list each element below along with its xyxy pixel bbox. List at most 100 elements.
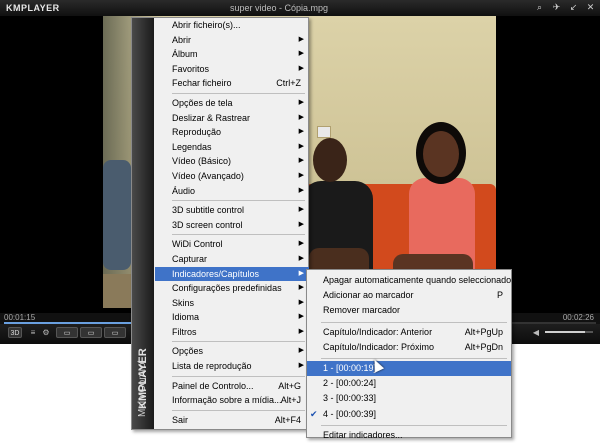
menu-item-capturar[interactable]: Capturar ▶ bbox=[155, 252, 309, 267]
menu-item-shortcut: Alt+F4 bbox=[274, 414, 301, 425]
search-icon[interactable]: ⌕ bbox=[534, 2, 545, 13]
submenu-arrow-icon: ▶ bbox=[298, 327, 304, 335]
menu-item-deslizar-rastrear[interactable]: Deslizar & Rastrear ▶ bbox=[155, 111, 309, 126]
submenu-item-label: Adicionar ao marcador bbox=[323, 290, 414, 301]
menu-item-sair[interactable]: Sair Alt+F4 bbox=[155, 413, 309, 428]
submenu-item[interactable]: Adicionar ao marcador P bbox=[307, 288, 511, 303]
submenu-items: Apagar automaticamente quando selecciona… bbox=[307, 273, 511, 443]
bookmark-item[interactable]: ✔ 4 - [00:00:39] bbox=[307, 407, 511, 422]
control-button-2[interactable]: ▭ bbox=[80, 327, 102, 338]
volume-icon[interactable]: ◀ bbox=[531, 327, 541, 338]
menu-item-label: Reprodução bbox=[172, 127, 222, 138]
submenu-item[interactable]: Capítulo/Indicador: Anterior Alt+PgUp bbox=[307, 325, 511, 340]
submenu-arrow-icon: ▶ bbox=[298, 298, 304, 306]
menu-item-video-basico[interactable]: Vídeo (Básico) ▶ bbox=[155, 154, 309, 169]
menu-item-abrir[interactable]: Abrir ▶ bbox=[155, 33, 309, 48]
menu-item-3d-screen-control[interactable]: 3D screen control ▶ bbox=[155, 218, 309, 233]
control-button-3[interactable]: ▭ bbox=[104, 327, 126, 338]
menu-item-label: Filtros bbox=[172, 326, 197, 337]
submenu-arrow-icon: ▶ bbox=[298, 269, 304, 277]
submenu-arrow-icon: ▶ bbox=[298, 347, 304, 355]
menu-item-label: Álbum bbox=[172, 49, 198, 60]
submenu-arrow-icon: ▶ bbox=[298, 113, 304, 121]
menu-item-3d-subtitle-control[interactable]: 3D subtitle control ▶ bbox=[155, 203, 309, 218]
menu-item-label: Idioma bbox=[172, 312, 200, 323]
menu-item-label: Abrir bbox=[172, 34, 192, 45]
menu-item-widi-control[interactable]: WiDi Control ▶ bbox=[155, 237, 309, 252]
window-title: super video - Cópia.mpg bbox=[230, 3, 329, 13]
menu-item-legendas[interactable]: Legendas ▶ bbox=[155, 140, 309, 155]
submenu-item-shortcut: Alt+PgDn bbox=[464, 341, 503, 352]
playlist-icon[interactable]: ≡ bbox=[28, 327, 38, 338]
submenu-arrow-icon: ▶ bbox=[298, 206, 304, 214]
submenu-item[interactable]: Capítulo/Indicador: Próximo Alt+PgDn bbox=[307, 340, 511, 355]
menu-item-configuracoes-predefinidas[interactable]: Configurações predefinidas ▶ bbox=[155, 281, 309, 296]
checkmark-icon: ✔ bbox=[310, 408, 318, 419]
bookmark-item[interactable]: 2 - [00:00:24] bbox=[307, 376, 511, 391]
menu-item-idioma[interactable]: Idioma ▶ bbox=[155, 310, 309, 325]
submenu-item-label: 1 - [00:00:19] bbox=[323, 362, 377, 373]
menu-item-label: Legendas bbox=[172, 141, 212, 152]
menu-item-label: Favoritos bbox=[172, 63, 210, 74]
menu-item-opcoes-de-tela[interactable]: Opções de tela ▶ bbox=[155, 96, 309, 111]
app-logo[interactable]: KMPLAYER bbox=[6, 3, 60, 13]
bookmark-item[interactable]: 3 - [00:00:33] bbox=[307, 391, 511, 406]
menu-item-album[interactable]: Álbum ▶ bbox=[155, 47, 309, 62]
submenu-item-label: 3 - [00:00:33] bbox=[323, 393, 377, 404]
menu-item-label: 3D screen control bbox=[172, 219, 243, 230]
menu-item-shortcut: Ctrl+Z bbox=[276, 78, 301, 89]
menu-item-skins[interactable]: Skins ▶ bbox=[155, 296, 309, 311]
submenu-arrow-icon: ▶ bbox=[298, 50, 304, 58]
menu-item-label: Áudio bbox=[172, 185, 196, 196]
submenu-arrow-icon: ▶ bbox=[298, 186, 304, 194]
menu-item-label: Abrir ficheiro(s)... bbox=[172, 20, 241, 30]
submenu-item-shortcut: Alt+PgUp bbox=[464, 326, 503, 337]
menu-item-abrir-ficheiro-s[interactable]: Abrir ficheiro(s)... bbox=[155, 18, 309, 33]
menu-item-filtros[interactable]: Filtros ▶ bbox=[155, 325, 309, 340]
submenu-arrow-icon: ▶ bbox=[298, 254, 304, 262]
submenu-arrow-icon: ▶ bbox=[298, 171, 304, 179]
current-time: 00:01:15 bbox=[4, 313, 36, 322]
title-bar[interactable]: KMPLAYER super video - Cópia.mpg ⌕ ✈ ↙ ✕ bbox=[0, 0, 600, 16]
settings-icon[interactable]: ⚙ bbox=[41, 327, 51, 338]
menu-item-label: Painel de Controlo... bbox=[172, 380, 254, 391]
submenu-arrow-icon: ▶ bbox=[298, 362, 304, 370]
menu-item-informacao-sobre-a-midia[interactable]: Informação sobre a mídia... Alt+J bbox=[155, 393, 309, 408]
submenu-item-label: 4 - [00:00:39] bbox=[323, 408, 377, 419]
submenu-arrow-icon: ▶ bbox=[298, 240, 304, 248]
submenu-item[interactable]: Apagar automaticamente quando selecciona… bbox=[307, 273, 511, 288]
main-context-menu: Main Control KMPLAYER Abrir ficheiro(s).… bbox=[131, 17, 309, 430]
3d-button[interactable]: 3D bbox=[8, 327, 22, 338]
menu-item-label: Configurações predefinidas bbox=[172, 283, 282, 294]
menu-item-painel-de-controlo[interactable]: Painel de Controlo... Alt+G bbox=[155, 379, 309, 394]
pin-icon[interactable]: ✈ bbox=[551, 2, 562, 13]
submenu-arrow-icon: ▶ bbox=[298, 157, 304, 165]
menu-item-opcoes[interactable]: Opções ▶ bbox=[155, 344, 309, 359]
menu-item-shortcut: Alt+J bbox=[280, 395, 301, 406]
menu-item-label: Vídeo (Avançado) bbox=[172, 170, 244, 181]
submenu-item-label: Capítulo/Indicador: Próximo bbox=[323, 341, 435, 352]
menu-item-video-avancado[interactable]: Vídeo (Avançado) ▶ bbox=[155, 169, 309, 184]
main-menu-items: Abrir ficheiro(s)... Abrir ▶ Álbum ▶ Favorito… bbox=[155, 18, 309, 427]
sidebar-brand-text: KMPLAYER bbox=[137, 348, 149, 409]
video-person-right-head bbox=[423, 131, 459, 177]
menu-item-audio[interactable]: Áudio ▶ bbox=[155, 184, 309, 199]
bookmark-item[interactable]: 1 - [00:00:19] bbox=[307, 360, 511, 377]
menu-item-favoritos[interactable]: Favoritos ▶ bbox=[155, 62, 309, 77]
submenu-arrow-icon: ▶ bbox=[298, 35, 304, 43]
submenu-item[interactable]: Editar indicadores... bbox=[307, 428, 511, 443]
menu-item-indicadores-capitulos[interactable]: Indicadores/Capítulos ▶ bbox=[155, 266, 309, 282]
submenu-arrow-icon: ▶ bbox=[298, 142, 304, 150]
menu-item-label: Deslizar & Rastrear bbox=[172, 112, 251, 123]
minimize-icon[interactable]: ↙ bbox=[568, 2, 579, 13]
submenu-arrow-icon: ▶ bbox=[298, 128, 304, 136]
menu-item-label: Sair bbox=[172, 414, 189, 425]
menu-item-lista-de-reproducao[interactable]: Lista de reprodução ▶ bbox=[155, 359, 309, 374]
video-person-left-head bbox=[313, 138, 347, 182]
menu-item-reproducao[interactable]: Reprodução ▶ bbox=[155, 125, 309, 140]
submenu-item[interactable]: Remover marcador bbox=[307, 303, 511, 318]
control-button-1[interactable]: ▭ bbox=[56, 327, 78, 338]
close-icon[interactable]: ✕ bbox=[585, 2, 596, 13]
menu-item-fechar-ficheiro[interactable]: Fechar ficheiro Ctrl+Z bbox=[155, 76, 309, 91]
menu-sidebar: Main Control KMPLAYER bbox=[132, 18, 154, 429]
